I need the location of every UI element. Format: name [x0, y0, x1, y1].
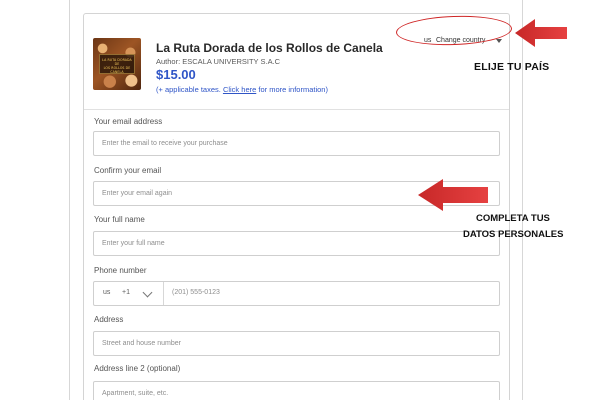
- product-thumbnail-title: LA RUTA DORADA DE LOS ROLLOS DE CANELA: [99, 54, 135, 74]
- product-thumbnail: LA RUTA DORADA DE LOS ROLLOS DE CANELA: [93, 38, 141, 90]
- product-author: Author: ESCALA UNIVERSITY S.A.C: [156, 57, 281, 66]
- tax-prefix: (+ applicable taxes.: [156, 85, 221, 94]
- country-callout-arrow: [515, 19, 567, 47]
- full-name-label: Your full name: [94, 215, 145, 224]
- confirm-email-label: Confirm your email: [94, 166, 162, 175]
- address-field[interactable]: Street and house number: [93, 331, 500, 356]
- phone-placeholder: (201) 555-0123: [172, 289, 220, 296]
- phone-number-label: Phone number: [94, 266, 147, 275]
- phone-country-code: us: [103, 289, 111, 296]
- personal-data-callout-line-1: COMPLETA TUS: [476, 213, 550, 224]
- email-placeholder: Enter the email to receive your purchase: [102, 140, 228, 147]
- page-left-divider: [69, 0, 70, 400]
- address-line-2-label: Address line 2 (optional): [94, 364, 181, 373]
- email-label: Your email address: [94, 117, 163, 126]
- product-title: La Ruta Dorada de los Rollos de Canela: [156, 41, 383, 55]
- address-line-2-field[interactable]: Apartment, suite, etc.: [93, 381, 500, 400]
- confirm-email-placeholder: Enter your email again: [102, 190, 173, 197]
- phone-field-divider: [163, 282, 164, 305]
- page-right-divider: [522, 0, 523, 400]
- personal-data-callout-arrow: [418, 179, 488, 211]
- product-price: $15.00: [156, 67, 196, 82]
- email-field[interactable]: Enter the email to receive your purchase: [93, 131, 500, 156]
- full-name-field[interactable]: Enter your full name: [93, 231, 500, 256]
- caret-down-icon: [496, 39, 502, 43]
- phone-number-field[interactable]: us +1 (201) 555-0123: [93, 281, 500, 306]
- country-callout-label: ELIJE TU PAÍS: [474, 61, 550, 73]
- tax-suffix: for more information): [258, 85, 328, 94]
- product-thumbnail-line-3: LOS ROLLOS DE CANELA: [103, 66, 131, 74]
- personal-data-callout-line-2: DATOS PERSONALES: [463, 229, 564, 240]
- address-line-2-placeholder: Apartment, suite, etc.: [102, 390, 169, 397]
- tax-information: (+ applicable taxes. Click here for more…: [156, 85, 328, 94]
- tax-info-link[interactable]: Click here: [223, 85, 256, 94]
- address-placeholder: Street and house number: [102, 340, 181, 347]
- full-name-placeholder: Enter your full name: [102, 240, 165, 247]
- phone-dial-code: +1: [122, 289, 130, 296]
- chevron-down-icon[interactable]: [142, 287, 153, 298]
- address-label: Address: [94, 315, 124, 324]
